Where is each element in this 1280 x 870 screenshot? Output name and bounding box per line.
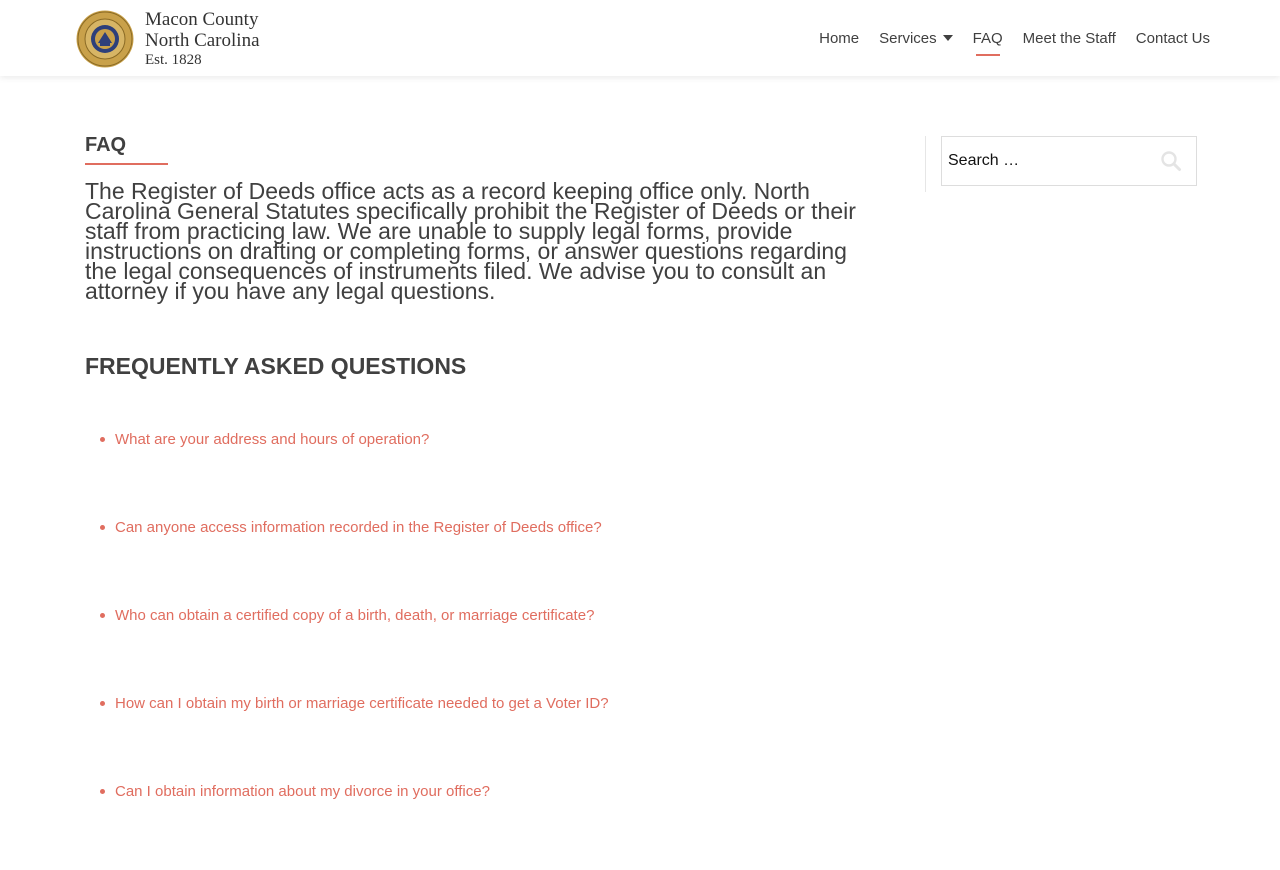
nav-meet-the-staff-label: Meet the Staff [1022, 29, 1116, 47]
bullet-icon [100, 525, 105, 530]
nav-home-label: Home [819, 29, 860, 47]
bullet-icon [100, 789, 105, 794]
site-title-line2: North Carolina [145, 30, 260, 51]
main-nav: Home Services FAQ Meet the Staff Contact… [799, 0, 1210, 76]
bullet-icon [100, 613, 105, 618]
page-title: FAQ [85, 134, 127, 156]
site-header: Macon County North Carolina Est. 1828 Ho… [0, 0, 1280, 76]
faq-list: What are your address and hours of opera… [85, 430, 885, 870]
site-title: Macon County North Carolina Est. 1828 [145, 9, 260, 69]
faq-question-link[interactable]: What are your address and hours of opera… [115, 431, 429, 448]
caret-down-icon [942, 35, 953, 41]
faq-section-heading: FREQUENTLY ASKED QUESTIONS [85, 353, 467, 379]
county-seal-logo [76, 10, 134, 68]
faq-question-link[interactable]: Can anyone access information recorded i… [115, 519, 602, 536]
bullet-icon [100, 437, 105, 442]
bullet-icon [100, 701, 105, 706]
nav-contact-us-label: Contact Us [1135, 29, 1210, 47]
intro-paragraph: The Register of Deeds office acts as a r… [85, 180, 885, 304]
nav-faq-label: FAQ [972, 29, 1003, 47]
faq-question-link[interactable]: Can I obtain information about my divorc… [115, 783, 490, 800]
nav-services-label: Services [879, 29, 937, 47]
title-underline [85, 163, 168, 165]
search-icon[interactable] [1160, 150, 1182, 172]
list-item: Can I obtain information about my divorc… [100, 782, 885, 870]
list-item: Who can obtain a certified copy of a bir… [100, 606, 885, 694]
intro-line: attorney if you have any legal questions… [85, 278, 496, 304]
site-logo-link[interactable]: Macon County North Carolina Est. 1828 [76, 8, 260, 70]
nav-services[interactable]: Services [879, 0, 953, 76]
nav-faq[interactable]: FAQ [973, 0, 1003, 76]
site-est: Est. 1828 [145, 52, 202, 68]
site-title-line1: Macon County [145, 9, 259, 30]
list-item: What are your address and hours of opera… [100, 430, 885, 518]
list-item: How can I obtain my birth or marriage ce… [100, 694, 885, 782]
faq-question-link[interactable]: Who can obtain a certified copy of a bir… [115, 607, 594, 624]
nav-home[interactable]: Home [819, 0, 859, 76]
search-form [941, 136, 1197, 186]
search-input[interactable] [942, 137, 1152, 185]
list-item: Can anyone access information recorded i… [100, 518, 885, 606]
sidebar [925, 136, 1210, 192]
nav-meet-the-staff[interactable]: Meet the Staff [1023, 0, 1116, 76]
main-content: FAQ The Register of Deeds office acts as… [85, 124, 885, 870]
faq-question-link[interactable]: How can I obtain my birth or marriage ce… [115, 695, 609, 712]
nav-contact-us[interactable]: Contact Us [1136, 0, 1210, 76]
